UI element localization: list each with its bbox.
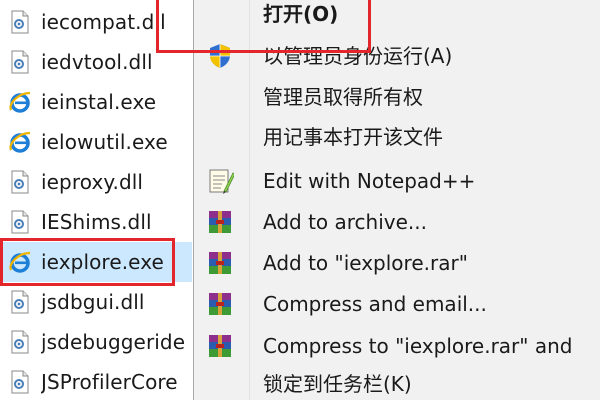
dll-file-icon — [11, 370, 29, 394]
context-menu: 打开(O) 以管理员身份运行(A) 管理员取得所有权 用记事本打开该文件 Edi… — [193, 0, 600, 400]
dll-file-icon — [11, 210, 29, 234]
file-row-ieinstal[interactable]: ieinstal.exe — [0, 82, 192, 122]
menu-item-open-with-notepad[interactable]: 用记事本打开该文件 — [194, 117, 600, 157]
menu-item-label: Edit with Notepad++ — [263, 169, 476, 193]
internet-explorer-icon — [9, 91, 31, 113]
file-row-iedvtool[interactable]: iedvtool.dll — [0, 42, 192, 82]
menu-item-add-to-iexplore-rar[interactable]: Add to "iexplore.rar" — [194, 243, 600, 283]
file-name: jsdebuggeride — [41, 330, 186, 354]
menu-item-label: 打开(O) — [263, 2, 339, 26]
dll-file-icon — [11, 330, 29, 354]
menu-item-label: 以管理员身份运行(A) — [263, 44, 453, 68]
winrar-icon — [209, 335, 231, 357]
menu-item-label: Add to "iexplore.rar" — [263, 251, 468, 275]
file-name: iexplore.exe — [41, 250, 164, 274]
file-row-iecompat[interactable]: iecompat.dll — [0, 2, 192, 42]
winrar-icon — [209, 293, 231, 315]
file-name: JSProfilerCore — [41, 370, 178, 394]
file-name: ieproxy.dll — [41, 170, 144, 194]
file-name: ielowutil.exe — [41, 130, 168, 154]
menu-item-label: Add to archive... — [263, 210, 427, 234]
notepad-plus-plus-icon — [209, 169, 234, 194]
file-name: iecompat.dll — [41, 10, 166, 34]
internet-explorer-icon — [9, 251, 31, 273]
menu-item-add-to-archive[interactable]: Add to archive... — [194, 202, 600, 242]
file-row-ieproxy[interactable]: ieproxy.dll — [0, 162, 192, 202]
menu-item-label: 锁定到任务栏(K) — [263, 372, 412, 396]
file-name: iedvtool.dll — [41, 50, 153, 74]
file-row-jsdebuggeride[interactable]: jsdebuggeride — [0, 322, 192, 362]
menu-item-take-ownership[interactable]: 管理员取得所有权 — [194, 77, 600, 117]
winrar-icon — [209, 211, 231, 233]
menu-item-label: 用记事本打开该文件 — [263, 125, 443, 149]
file-row-jsdbgui[interactable]: jsdbgui.dll — [0, 282, 192, 322]
dll-file-icon — [11, 10, 29, 34]
dll-file-icon — [11, 50, 29, 74]
file-name: ieinstal.exe — [41, 90, 157, 114]
menu-item-edit-notepad-plus-plus[interactable]: Edit with Notepad++ — [194, 161, 600, 201]
menu-item-run-as-admin[interactable]: 以管理员身份运行(A) — [194, 36, 600, 76]
file-name: jsdbgui.dll — [41, 290, 145, 314]
winrar-icon — [209, 252, 231, 274]
menu-item-pin-to-taskbar[interactable]: 锁定到任务栏(K) — [194, 364, 600, 400]
file-name: IEShims.dll — [41, 210, 152, 234]
menu-item-compress-and-email[interactable]: Compress and email... — [194, 284, 600, 324]
dll-file-icon — [11, 170, 29, 194]
menu-item-label: 管理员取得所有权 — [263, 85, 423, 109]
file-row-jsprofilercore[interactable]: JSProfilerCore — [0, 362, 192, 400]
file-row-ieshims[interactable]: IEShims.dll — [0, 202, 192, 242]
menu-item-label: Compress to "iexplore.rar" and — [263, 334, 573, 358]
file-row-ielowutil[interactable]: ielowutil.exe — [0, 122, 192, 162]
menu-item-open[interactable]: 打开(O) — [194, 0, 600, 34]
dll-file-icon — [11, 290, 29, 314]
file-row-iexplore[interactable]: iexplore.exe — [0, 242, 192, 282]
uac-shield-icon — [210, 44, 230, 68]
file-list: iecompat.dll iedvtool.dll ieinstal.exe i… — [0, 0, 192, 400]
menu-item-compress-to-rar-and-email[interactable]: Compress to "iexplore.rar" and — [194, 326, 600, 366]
menu-item-label: Compress and email... — [263, 292, 487, 316]
internet-explorer-icon — [9, 131, 31, 153]
